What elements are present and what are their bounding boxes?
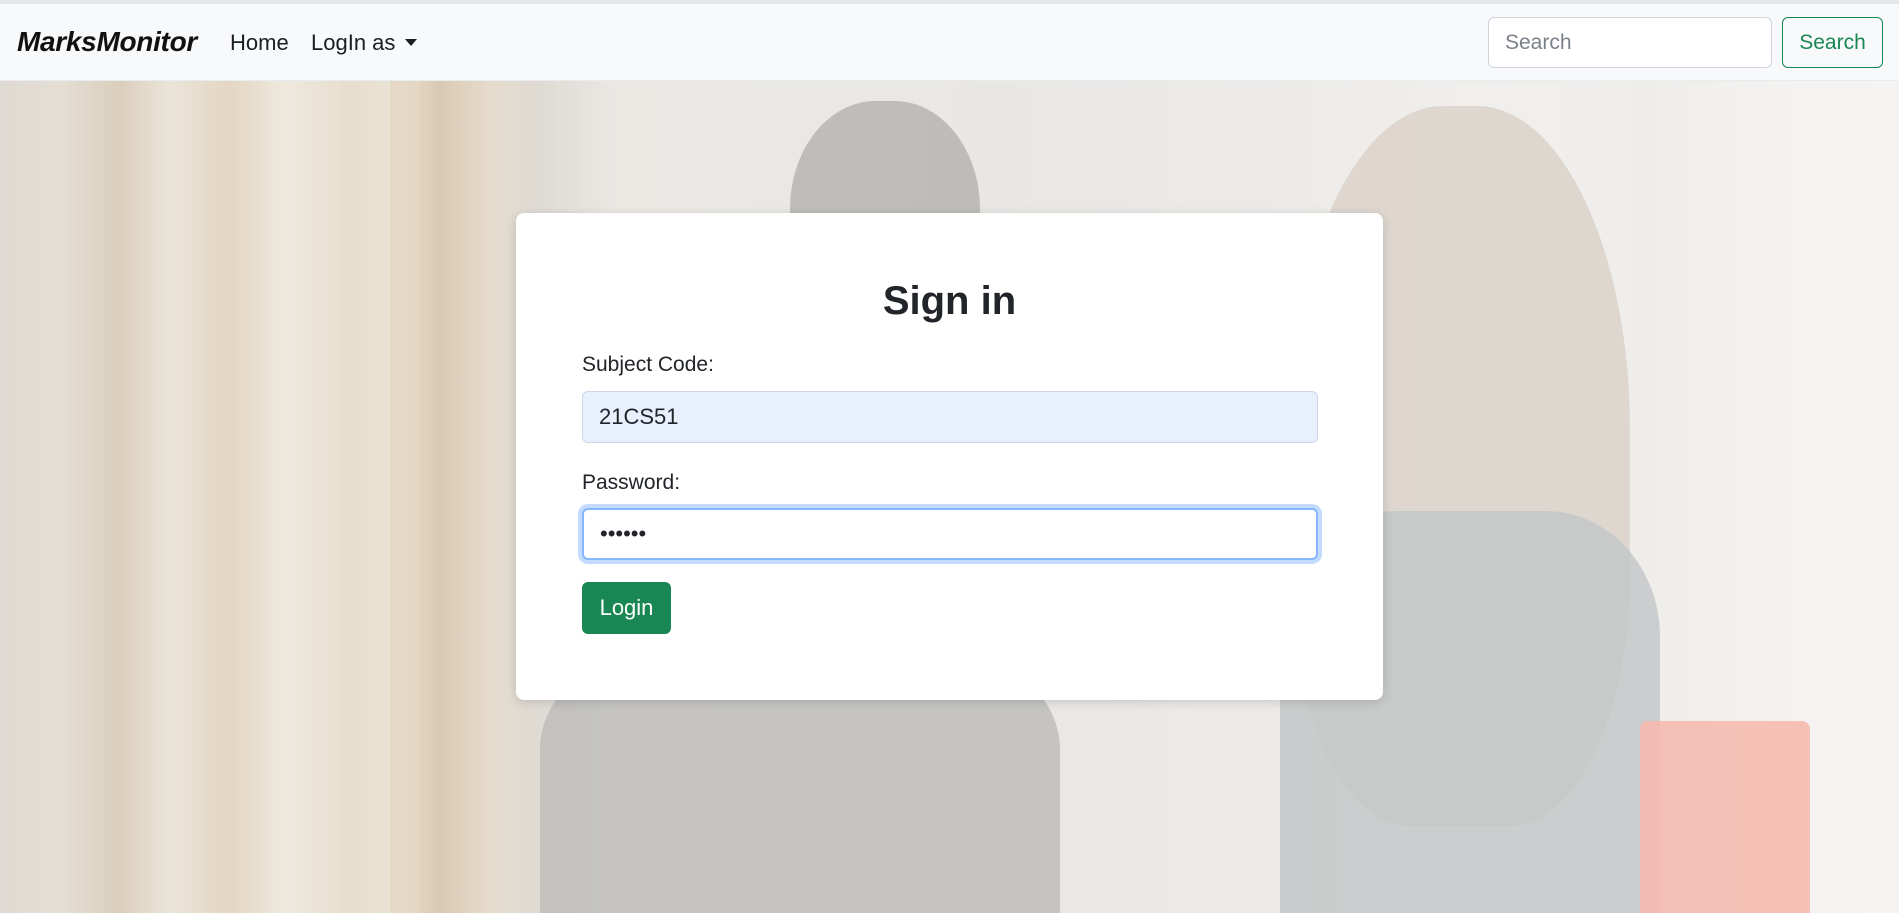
subject-code-label: Subject Code: bbox=[582, 353, 714, 376]
caret-down-icon bbox=[405, 38, 418, 46]
subject-code-input[interactable] bbox=[582, 391, 1318, 443]
login-button[interactable]: Login bbox=[582, 582, 671, 634]
navbar: MarksMonitor Home LogIn as Search bbox=[0, 4, 1899, 81]
password-label: Password: bbox=[582, 471, 681, 494]
nav-home-link[interactable]: Home bbox=[230, 30, 289, 56]
nav-login-as-label: LogIn as bbox=[311, 30, 396, 55]
password-input[interactable] bbox=[582, 508, 1318, 560]
brand-logo[interactable]: MarksMonitor bbox=[17, 26, 197, 58]
search-input[interactable] bbox=[1488, 17, 1772, 68]
signin-card: Sign in Subject Code: Password: Login bbox=[516, 213, 1383, 700]
nav-login-as-dropdown[interactable]: LogIn as bbox=[311, 30, 418, 56]
search-button[interactable]: Search bbox=[1782, 17, 1883, 68]
signin-title: Sign in bbox=[882, 279, 1017, 323]
